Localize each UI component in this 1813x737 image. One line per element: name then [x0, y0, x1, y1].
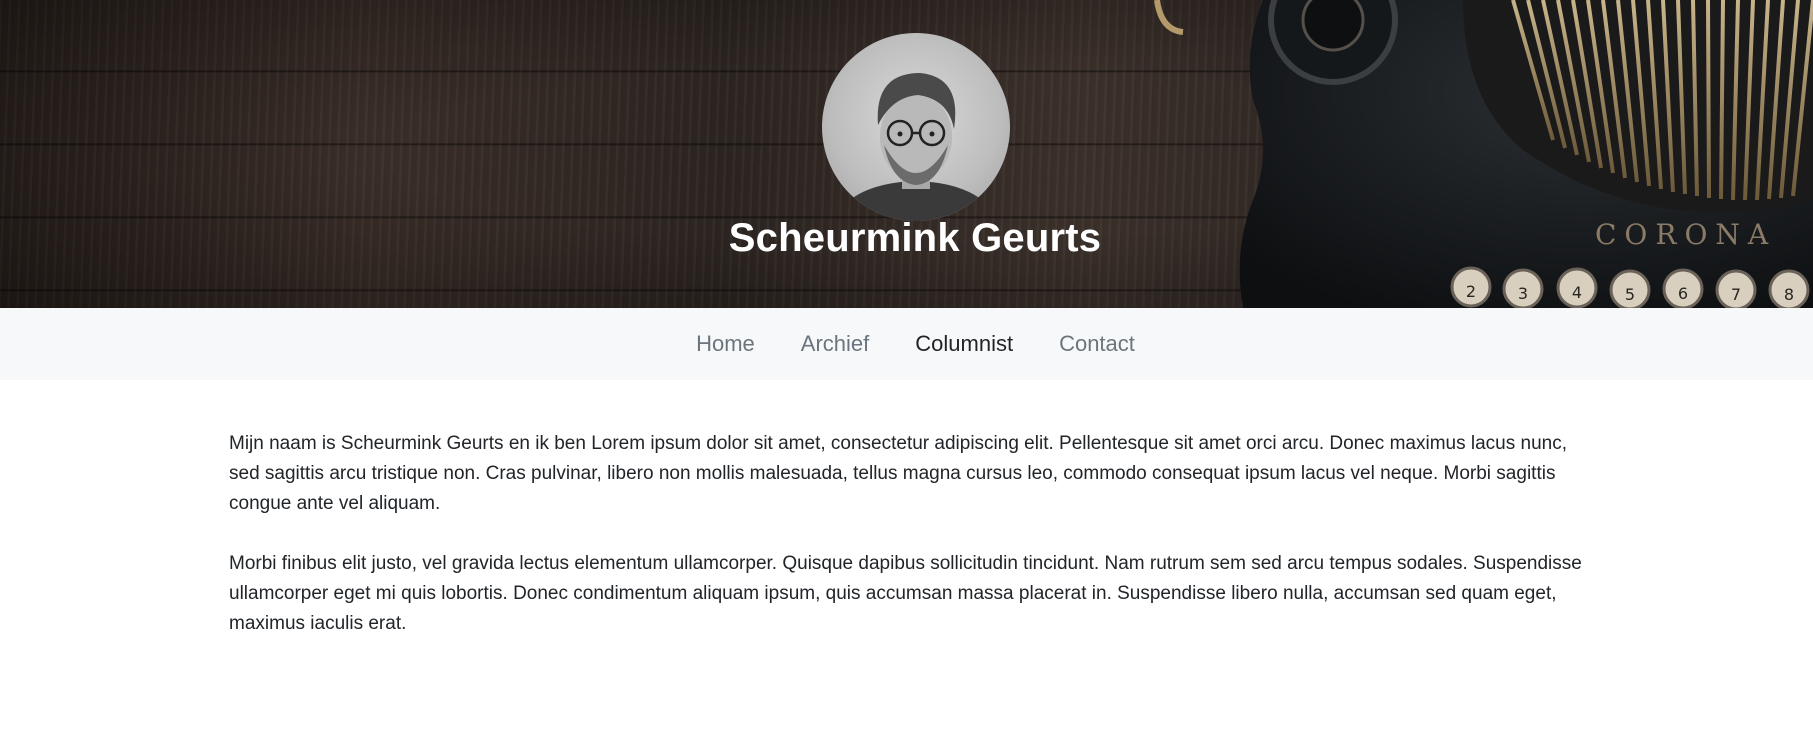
nav-item-columnist: Columnist: [915, 308, 1013, 380]
main-nav: Home Archief Columnist Contact: [0, 308, 1813, 380]
svg-text:8: 8: [1784, 285, 1794, 304]
nav-link-home[interactable]: Home: [696, 308, 755, 380]
typewriter-image: CORONA 2 3 4 5 6 7 8: [1154, 0, 1813, 308]
avatar: [822, 33, 1010, 221]
nav-link-contact[interactable]: Contact: [1059, 308, 1135, 380]
nav-item-archief: Archief: [801, 308, 869, 380]
site-title: Scheurmink Geurts: [728, 216, 1102, 260]
nav-list: Home Archief Columnist Contact: [696, 308, 1135, 380]
nav-item-contact: Contact: [1059, 308, 1135, 380]
nav-item-home: Home: [696, 308, 755, 380]
body-paragraph: Morbi finibus elit justo, vel gravida le…: [229, 553, 1582, 634]
svg-text:7: 7: [1731, 285, 1741, 304]
svg-text:6: 6: [1678, 284, 1688, 303]
intro-paragraph: Mijn naam is Scheurmink Geurts en ik ben…: [229, 433, 1567, 514]
svg-text:5: 5: [1625, 285, 1635, 304]
hero-banner: CORONA 2 3 4 5 6 7 8 Scheurmink Geurts: [0, 0, 1813, 308]
svg-text:4: 4: [1572, 283, 1582, 302]
svg-text:3: 3: [1518, 284, 1528, 303]
svg-text:2: 2: [1466, 282, 1476, 301]
main-content: Mijn naam is Scheurmink Geurts en ik ben…: [229, 380, 1596, 639]
nav-link-archief[interactable]: Archief: [801, 308, 869, 380]
nav-link-columnist[interactable]: Columnist: [915, 308, 1013, 380]
